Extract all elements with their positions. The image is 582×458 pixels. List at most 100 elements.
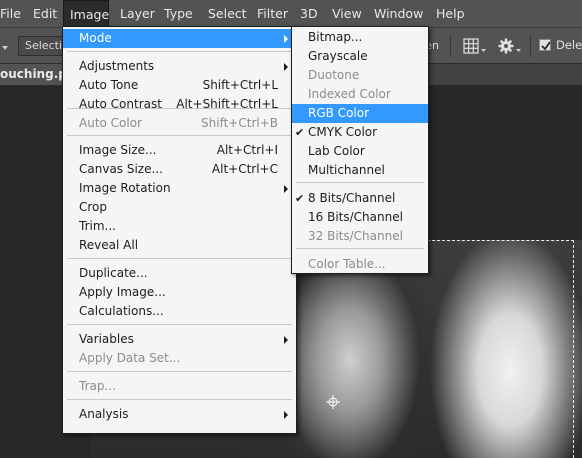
image-menu: Mode Adjustments Auto Tone Shift+Ctrl+L Auto… <box>62 26 297 434</box>
delete-label: Delete <box>556 38 582 52</box>
image-menu-item-reveal-all[interactable]: Reveal All <box>63 236 296 255</box>
mode-menu-item-multichannel[interactable]: Multichannel <box>292 161 428 180</box>
menu-item-label: Auto Contrast <box>79 97 162 111</box>
image-menu-item-mode[interactable]: Mode <box>63 29 296 48</box>
image-menu-item-crop[interactable]: Crop <box>63 198 296 217</box>
menu-item-shortcut: Shift+Ctrl+L <box>202 78 278 92</box>
separator <box>530 35 531 57</box>
menu-item-label: Adjustments <box>79 59 155 73</box>
menu-item-label: RGB Color <box>308 106 370 120</box>
mode-submenu: Bitmap... Grayscale Duotone Indexed Color RG… <box>291 26 429 274</box>
mode-menu-item-bitmap[interactable]: Bitmap... <box>292 28 428 47</box>
crosshair-cursor-icon <box>326 395 340 409</box>
menu-file[interactable]: File <box>0 0 27 27</box>
menu-item-shortcut: Alt+Ctrl+I <box>216 143 278 157</box>
menu-type[interactable]: Type <box>158 0 199 27</box>
menu-item-label: Image Rotation <box>79 181 171 195</box>
menu-separator <box>67 108 292 109</box>
menu-image[interactable]: Image <box>63 0 109 27</box>
menu-item-shortcut: Shift+Ctrl+B <box>201 116 278 130</box>
menu-item-label: Apply Image... <box>79 285 166 299</box>
grid-icon[interactable] <box>463 38 479 54</box>
mode-menu-item-duotone: Duotone <box>292 66 428 85</box>
submenu-arrow-icon <box>284 185 288 193</box>
image-menu-item-variables[interactable]: Variables <box>63 330 296 349</box>
menu-item-label: Trim... <box>79 219 116 233</box>
menu-filter[interactable]: Filter <box>251 0 294 27</box>
menu-item-label: Variables <box>79 332 134 346</box>
menu-help[interactable]: Help <box>430 0 471 27</box>
menu-item-shortcut: Alt+Ctrl+C <box>211 162 278 176</box>
mode-menu-item-lab-color[interactable]: Lab Color <box>292 142 428 161</box>
submenu-arrow-icon <box>284 336 288 344</box>
delete-checkbox[interactable] <box>539 39 551 51</box>
menu-item-label: Canvas Size... <box>79 162 163 176</box>
menu-separator <box>67 258 292 259</box>
menu-item-label: Apply Data Set... <box>79 351 181 365</box>
menu-bar: File Edit Image Layer Type Select Filter… <box>0 0 582 27</box>
menu-item-label: Trap... <box>79 379 116 393</box>
menu-item-label: 16 Bits/Channel <box>308 210 403 224</box>
image-menu-item-auto-tone[interactable]: Auto Tone Shift+Ctrl+L <box>63 76 296 95</box>
image-menu-item-image-size[interactable]: Image Size... Alt+Ctrl+I <box>63 141 296 160</box>
image-menu-item-image-rotation[interactable]: Image Rotation <box>63 179 296 198</box>
image-menu-item-calculations[interactable]: Calculations... <box>63 302 296 321</box>
menu-item-label: Indexed Color <box>308 87 391 101</box>
menu-item-label: CMYK Color <box>308 125 378 139</box>
checkmark-icon: ✔ <box>295 192 305 205</box>
submenu-arrow-icon <box>284 63 288 71</box>
menu-separator <box>296 248 424 249</box>
menu-item-label: Mode <box>79 31 112 45</box>
image-menu-item-apply-image[interactable]: Apply Image... <box>63 283 296 302</box>
image-menu-item-adjustments[interactable]: Adjustments <box>63 57 296 76</box>
menu-item-label: Calculations... <box>79 304 164 318</box>
mode-menu-item-8-bits-channel[interactable]: ✔ 8 Bits/Channel <box>292 189 428 208</box>
mode-menu-item-16-bits-channel[interactable]: 16 Bits/Channel <box>292 208 428 227</box>
mode-menu-item-rgb-color[interactable]: RGB Color <box>292 104 428 123</box>
submenu-arrow-icon <box>284 411 288 419</box>
menu-item-label: Analysis <box>79 407 129 421</box>
menu-item-label: Auto Tone <box>79 78 139 92</box>
image-menu-item-apply-data-set: Apply Data Set... <box>63 349 296 368</box>
separator <box>450 35 451 57</box>
menu-separator <box>67 135 292 136</box>
menu-select[interactable]: Select <box>202 0 253 27</box>
menu-item-label: Lab Color <box>308 144 365 158</box>
menu-view[interactable]: View <box>326 0 368 27</box>
chevron-icon <box>2 46 8 50</box>
image-menu-item-canvas-size[interactable]: Canvas Size... Alt+Ctrl+C <box>63 160 296 179</box>
image-menu-item-duplicate[interactable]: Duplicate... <box>63 264 296 283</box>
menu-edit[interactable]: Edit <box>27 0 63 27</box>
menu-item-label: 32 Bits/Channel <box>308 229 403 243</box>
menu-item-label: Bitmap... <box>308 30 363 44</box>
menu-item-label: Multichannel <box>308 163 385 177</box>
menu-3d[interactable]: 3D <box>294 0 324 27</box>
mode-menu-item-grayscale[interactable]: Grayscale <box>292 47 428 66</box>
image-menu-item-auto-contrast[interactable]: Auto Contrast Alt+Shift+Ctrl+L <box>63 95 296 114</box>
menu-item-label: Crop <box>79 200 108 214</box>
menu-window[interactable]: Window <box>368 0 429 27</box>
image-menu-item-trim[interactable]: Trim... <box>63 217 296 236</box>
menu-layer[interactable]: Layer <box>114 0 161 27</box>
image-menu-item-trap: Trap... <box>63 377 296 396</box>
image-menu-item-auto-color: Auto Color Shift+Ctrl+B <box>63 114 296 133</box>
menu-item-label: Duplicate... <box>79 266 148 280</box>
checkmark-icon: ✔ <box>295 126 305 139</box>
submenu-arrow-icon <box>284 35 288 43</box>
menu-separator <box>296 182 424 183</box>
mode-menu-item-indexed-color: Indexed Color <box>292 85 428 104</box>
mode-menu-item-cmyk-color[interactable]: ✔ CMYK Color <box>292 123 428 142</box>
gear-icon[interactable] <box>498 38 514 54</box>
selection-button[interactable]: Selectio <box>18 36 68 56</box>
menu-item-label: Color Table... <box>308 257 386 271</box>
check-icon <box>541 41 551 51</box>
menu-item-label: 8 Bits/Channel <box>308 191 396 205</box>
menu-item-shortcut: Alt+Shift+Ctrl+L <box>176 97 278 111</box>
mode-menu-item-color-table: Color Table... <box>292 255 428 274</box>
dropdown-arrow-icon <box>481 49 486 52</box>
menu-item-label: Image Size... <box>79 143 157 157</box>
mode-menu-item-32-bits-channel: 32 Bits/Channel <box>292 227 428 246</box>
dropdown-arrow-icon <box>516 49 521 52</box>
image-menu-item-analysis[interactable]: Analysis <box>63 405 296 424</box>
menu-item-label: Auto Color <box>79 116 143 130</box>
